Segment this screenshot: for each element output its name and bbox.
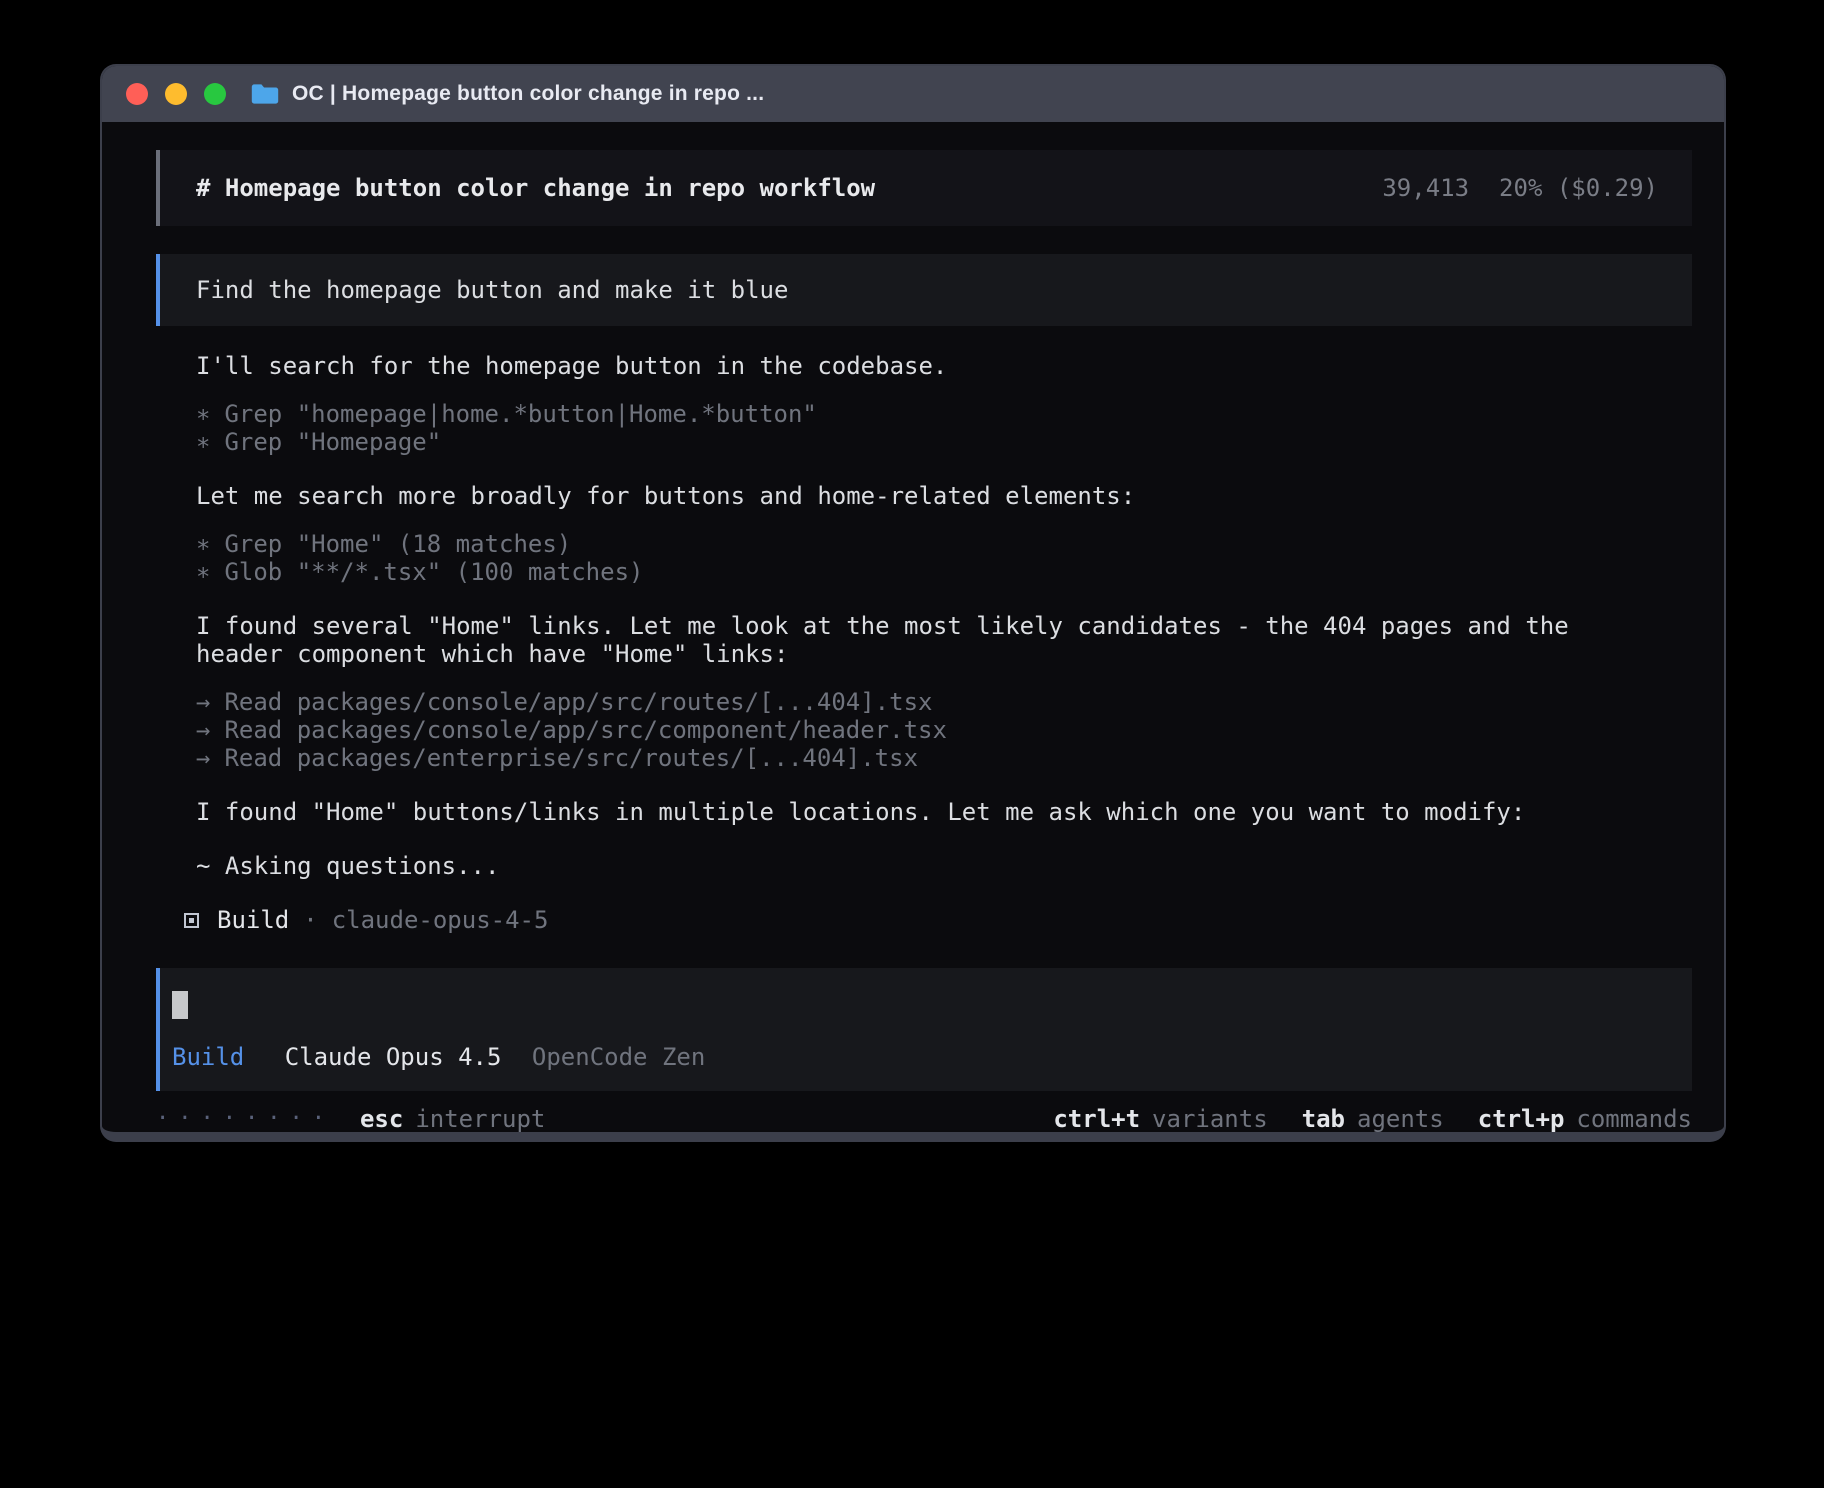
assistant-ask-text: I found "Home" buttons/links in multiple… xyxy=(196,798,1641,826)
assistant-candidates-text: I found several "Home" links. Let me loo… xyxy=(196,612,1641,668)
assistant-intro-text: I'll search for the homepage button in t… xyxy=(196,352,1641,380)
close-button[interactable] xyxy=(126,83,148,105)
window-titlebar: OC | Homepage button color change in rep… xyxy=(102,66,1724,122)
tool-call-text: Grep "Homepage" xyxy=(224,428,441,456)
spinner-dots-icon: ········ xyxy=(156,1105,334,1132)
read-call-group: → Read packages/console/app/src/routes/[… xyxy=(196,688,1692,772)
session-stats: 39,413 20% ($0.29) xyxy=(1382,174,1658,202)
tool-bullet-icon: ∗ xyxy=(196,428,210,456)
commands-hint: ctrl+p commands xyxy=(1478,1105,1692,1132)
variants-key: ctrl+t xyxy=(1053,1105,1140,1132)
variants-label: variants xyxy=(1152,1105,1268,1132)
tool-call-group-1: ∗ Grep "homepage|home.*button|Home.*butt… xyxy=(196,400,1692,456)
input-meta-row: Build Claude Opus 4.5 OpenCode Zen xyxy=(172,1043,1668,1071)
agent-model: claude-opus-4-5 xyxy=(332,906,549,934)
window-controls xyxy=(126,83,226,105)
dot-separator-icon: · xyxy=(303,906,317,934)
read-call: → Read packages/enterprise/src/routes/[.… xyxy=(196,744,1692,772)
read-call-text: Read packages/console/app/src/component/… xyxy=(224,716,946,744)
tool-call: ∗ Grep "homepage|home.*button|Home.*butt… xyxy=(196,400,1692,428)
status-bar-right: ctrl+t variants tab agents ctrl+p comman… xyxy=(1019,1105,1692,1132)
session-header: # Homepage button color change in repo w… xyxy=(156,150,1692,226)
agent-name: Build xyxy=(217,906,289,934)
asking-questions-status: ~ Asking questions... xyxy=(196,852,1641,880)
agents-label: agents xyxy=(1357,1105,1444,1132)
read-arrow-icon: → xyxy=(196,744,210,772)
assistant-broaden-text: Let me search more broadly for buttons a… xyxy=(196,482,1641,510)
tool-call: ∗ Glob "**/*.tsx" (100 matches) xyxy=(196,558,1692,586)
input-agent-selector[interactable]: Build xyxy=(172,1043,244,1071)
tool-call: ∗ Grep "Homepage" xyxy=(196,428,1692,456)
variants-hint: ctrl+t variants xyxy=(1053,1105,1267,1132)
agents-key: tab xyxy=(1302,1105,1345,1132)
esc-key-label: interrupt xyxy=(415,1105,545,1132)
terminal-window: OC | Homepage button color change in rep… xyxy=(100,64,1726,1142)
tool-bullet-icon: ∗ xyxy=(196,530,210,558)
context-usage: 20% ($0.29) xyxy=(1499,174,1658,202)
status-bar-left: ········ esc interrupt xyxy=(156,1105,545,1132)
prompt-input[interactable]: Build Claude Opus 4.5 OpenCode Zen xyxy=(156,968,1692,1091)
zoom-button[interactable] xyxy=(204,83,226,105)
agents-hint: tab agents xyxy=(1302,1105,1444,1132)
tool-call-text: Grep "Home" (18 matches) xyxy=(224,530,571,558)
tool-call-text: Glob "**/*.tsx" (100 matches) xyxy=(224,558,643,586)
session-title: # Homepage button color change in repo w… xyxy=(196,174,875,202)
minimize-button[interactable] xyxy=(165,83,187,105)
input-model-selector[interactable]: Claude Opus 4.5 xyxy=(285,1043,502,1071)
folder-icon xyxy=(250,82,280,106)
commands-key: ctrl+p xyxy=(1478,1105,1565,1132)
esc-key-hint: esc xyxy=(360,1105,403,1132)
read-arrow-icon: → xyxy=(196,688,210,716)
read-call-text: Read packages/console/app/src/routes/[..… xyxy=(224,688,932,716)
tool-bullet-icon: ∗ xyxy=(196,558,210,586)
tool-call: ∗ Grep "Home" (18 matches) xyxy=(196,530,1692,558)
text-cursor xyxy=(172,991,188,1019)
tool-call-group-2: ∗ Grep "Home" (18 matches) ∗ Glob "**/*.… xyxy=(196,530,1692,586)
user-message-text: Find the homepage button and make it blu… xyxy=(196,276,788,304)
status-bar: ········ esc interrupt ctrl+t variants t… xyxy=(156,1091,1692,1132)
read-call: → Read packages/console/app/src/routes/[… xyxy=(196,688,1692,716)
tool-call-text: Grep "homepage|home.*button|Home.*button… xyxy=(224,400,816,428)
read-arrow-icon: → xyxy=(196,716,210,744)
agent-status-line: Build · claude-opus-4-5 xyxy=(184,906,1692,934)
read-call-text: Read packages/enterprise/src/routes/[...… xyxy=(224,744,918,772)
input-provider-label: OpenCode Zen xyxy=(532,1043,705,1071)
read-call: → Read packages/console/app/src/componen… xyxy=(196,716,1692,744)
tool-bullet-icon: ∗ xyxy=(196,400,210,428)
window-title: OC | Homepage button color change in rep… xyxy=(292,82,764,106)
token-count: 39,413 xyxy=(1382,174,1469,202)
terminal-content: # Homepage button color change in repo w… xyxy=(102,122,1724,1132)
commands-label: commands xyxy=(1576,1105,1692,1132)
agent-badge-icon xyxy=(184,913,199,928)
user-message: Find the homepage button and make it blu… xyxy=(156,254,1692,326)
